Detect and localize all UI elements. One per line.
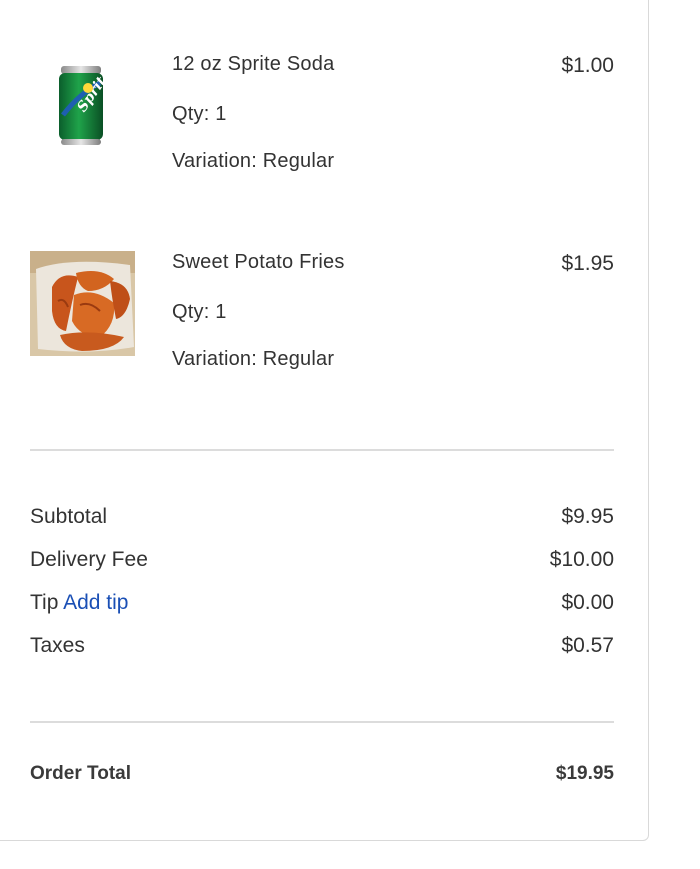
tip-label-group: Tip Add tip	[30, 591, 128, 615]
subtotal-row: Subtotal $9.95	[30, 505, 614, 548]
item-quantity: Qty: 1	[172, 103, 227, 125]
add-tip-link[interactable]: Add tip	[63, 591, 128, 614]
divider	[30, 449, 614, 451]
item-name: 12 oz Sprite Soda	[172, 53, 335, 75]
subtotal-value: $9.95	[561, 505, 614, 528]
item-price: $1.95	[561, 252, 614, 275]
tip-row: Tip Add tip $0.00	[30, 591, 614, 634]
taxes-row: Taxes $0.57	[30, 634, 614, 677]
cart-item-sweet-potato-fries: Sweet Potato Fries Qty: 1 Variation: Reg…	[30, 251, 614, 391]
order-total-label: Order Total	[30, 763, 131, 784]
item-quantity: Qty: 1	[172, 301, 227, 323]
sweet-potato-fries-photo	[30, 251, 135, 356]
order-total-value: $19.95	[555, 763, 614, 784]
taxes-label: Taxes	[30, 634, 85, 657]
item-variation: Variation: Regular	[172, 348, 335, 370]
delivery-fee-row: Delivery Fee $10.00	[30, 548, 614, 591]
order-summary: Subtotal $9.95 Delivery Fee $10.00 Tip A…	[30, 505, 614, 677]
delivery-fee-value: $10.00	[549, 548, 614, 571]
item-variation: Variation: Regular	[172, 150, 335, 172]
cart-item-sprite: Sprite 12 oz Sprite Soda Qty: 1 Variatio…	[30, 53, 614, 193]
delivery-fee-label: Delivery Fee	[30, 548, 148, 571]
subtotal-label: Subtotal	[30, 505, 108, 528]
sprite-can-icon: Sprite	[30, 53, 135, 158]
tip-value: $0.00	[561, 591, 614, 614]
item-name: Sweet Potato Fries	[172, 251, 345, 273]
taxes-value: $0.57	[561, 634, 614, 657]
item-price: $1.00	[561, 54, 614, 77]
divider	[30, 721, 614, 723]
tip-label: Tip	[30, 591, 59, 614]
